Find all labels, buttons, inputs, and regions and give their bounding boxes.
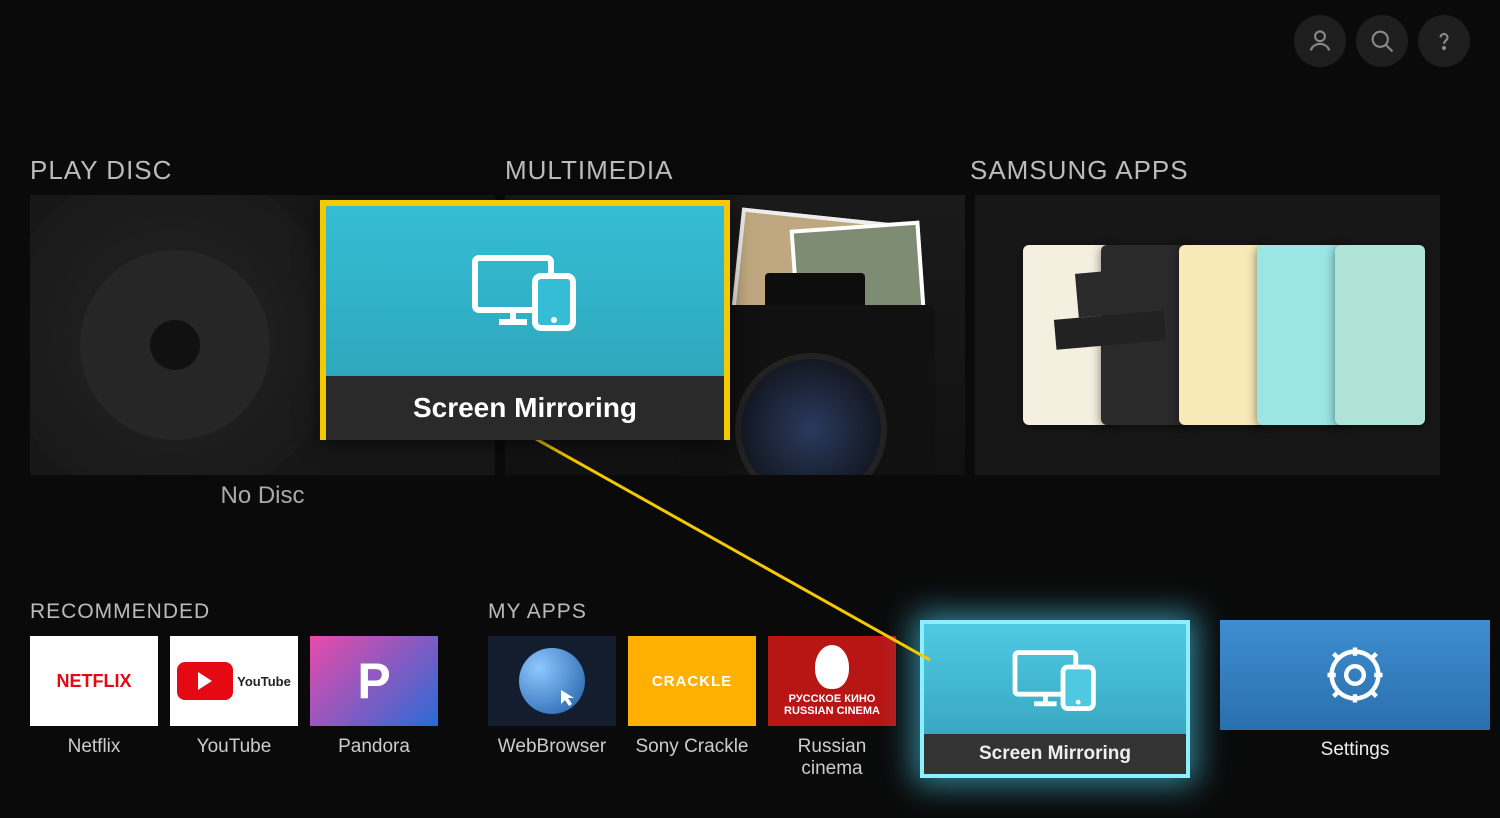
app-label: YouTube	[170, 736, 298, 758]
pandora-logo-icon: P	[310, 636, 438, 726]
netflix-logo-icon: NETFLIX	[30, 636, 158, 726]
multimedia-header: MULTIMEDIA	[505, 155, 970, 186]
app-tile-pandora[interactable]: P Pandora	[310, 636, 438, 758]
help-button[interactable]	[1418, 15, 1470, 67]
app-label: Russian cinema	[768, 736, 896, 780]
app-tile-crackle[interactable]: CRACKLE Sony Crackle	[628, 636, 756, 780]
recommended-section: RECOMMENDED NETFLIX Netflix YouTube YouT…	[30, 600, 438, 758]
webbrowser-logo-icon	[488, 636, 616, 726]
app-card-icon	[1179, 245, 1269, 425]
app-label: Pandora	[310, 736, 438, 758]
screen-mirroring-highlight-label: Screen Mirroring	[326, 376, 724, 440]
myapps-header: MY APPS	[488, 600, 896, 624]
samsung-apps-header: SAMSUNG APPS	[970, 155, 1189, 186]
screen-mirroring-tile[interactable]: Screen Mirroring	[920, 620, 1190, 778]
app-label: Sony Crackle	[628, 736, 756, 758]
account-button[interactable]	[1294, 15, 1346, 67]
app-tile-netflix[interactable]: NETFLIX Netflix	[30, 636, 158, 758]
app-tile-youtube[interactable]: YouTube YouTube	[170, 636, 298, 758]
playdisc-header: PLAY DISC	[30, 155, 505, 186]
help-icon	[1430, 27, 1458, 55]
screen-mirroring-icon	[465, 246, 585, 336]
search-icon	[1368, 27, 1396, 55]
matryoshka-icon	[815, 645, 849, 689]
app-label: Netflix	[30, 736, 158, 758]
russian-cinema-logo-icon: РУССКОЕ КИНО RUSSIAN CINEMA	[768, 636, 896, 726]
screen-mirroring-icon	[1007, 643, 1103, 715]
app-tile-russian-cinema[interactable]: РУССКОЕ КИНО RUSSIAN CINEMA Russian cine…	[768, 636, 896, 780]
screen-mirroring-tile-label: Screen Mirroring	[924, 734, 1186, 774]
gear-icon	[1322, 642, 1388, 708]
myapps-section: MY APPS WebBrowser CRACKLE Sony Crackle …	[488, 600, 896, 780]
screen-mirroring-highlight[interactable]: Screen Mirroring	[320, 200, 730, 440]
youtube-logo-icon: YouTube	[170, 636, 298, 726]
no-disc-label: No Disc	[30, 482, 495, 510]
app-card-icon	[1335, 245, 1425, 425]
search-button[interactable]	[1356, 15, 1408, 67]
app-tile-webbrowser[interactable]: WebBrowser	[488, 636, 616, 780]
samsung-apps-tile[interactable]	[975, 195, 1440, 475]
app-label: WebBrowser	[488, 736, 616, 758]
recommended-header: RECOMMENDED	[30, 600, 438, 624]
account-icon	[1306, 27, 1334, 55]
settings-tile[interactable]: Settings	[1220, 620, 1490, 778]
crackle-logo-icon: CRACKLE	[628, 636, 756, 726]
app-card-icon	[1257, 245, 1347, 425]
settings-tile-label: Settings	[1220, 730, 1490, 770]
